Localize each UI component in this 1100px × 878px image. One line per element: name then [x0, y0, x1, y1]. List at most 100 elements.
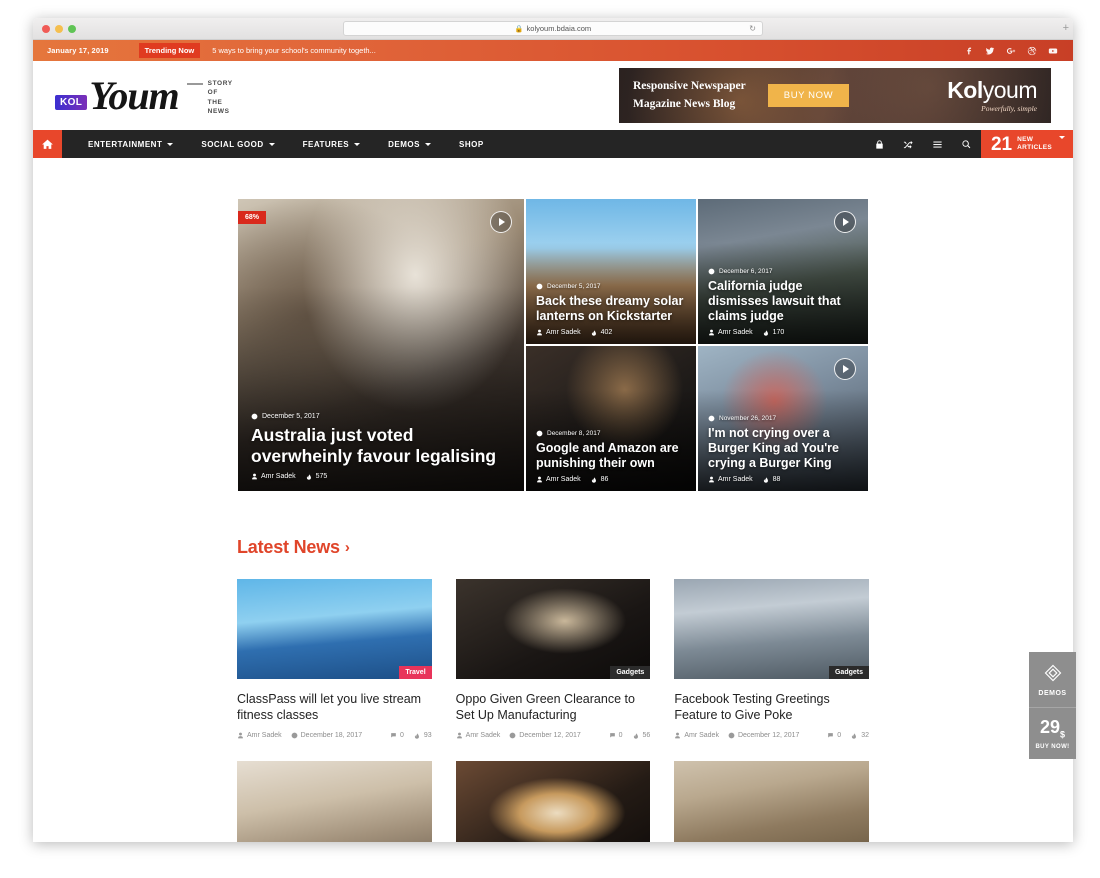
card-meta: December 5, 2017 Back these dreamy solar… [536, 283, 686, 336]
nav-item-social-good[interactable]: SOCIAL GOOD [187, 130, 288, 158]
search-icon[interactable] [952, 139, 981, 150]
article-date: November 26, 2017 [708, 415, 858, 422]
window-controls[interactable] [42, 24, 76, 33]
chevron-right-icon: › [344, 539, 350, 556]
menu-icon[interactable] [923, 139, 952, 150]
reload-icon[interactable]: ↻ [749, 24, 756, 33]
lock-icon: 🔒 [514, 25, 524, 33]
news-thumbnail: Travel [237, 579, 432, 679]
url-text: kolyoum.bdaia.com [526, 24, 592, 33]
home-icon[interactable] [33, 130, 62, 158]
news-card-1[interactable]: Travel ClassPass will let you live strea… [237, 579, 432, 739]
logo-badge: KOL [55, 95, 88, 110]
news-title: Facebook Testing Greetings Feature to Gi… [674, 692, 830, 722]
article-title: California judge dismisses lawsuit that … [708, 279, 841, 323]
news-title: Oppo Given Green Clearance to Set Up Man… [455, 692, 635, 722]
views-count: 575 [315, 473, 328, 480]
latest-news-header[interactable]: Latest News › [237, 537, 869, 558]
ticker-date: January 17, 2019 [47, 46, 109, 55]
news-meta: Amr Sadek December 12, 2017 0 [456, 732, 651, 739]
logo-wordmark: Youm [89, 72, 179, 118]
demos-button[interactable]: DEMOS [1029, 652, 1076, 707]
news-card-3[interactable]: Gadgets Facebook Testing Greetings Featu… [674, 579, 869, 739]
category-badge[interactable]: Gadgets [828, 666, 869, 679]
nav-right-tools: 21 NEW ARTICLES [865, 130, 1073, 158]
address-bar[interactable]: 🔒 kolyoum.bdaia.com ↻ [343, 21, 763, 36]
browser-chrome-bar: 🔒 kolyoum.bdaia.com ↻ + [33, 18, 1073, 40]
price-amount: 29 [1039, 717, 1060, 737]
featured-article-card[interactable]: 68% December 5, 2017 Australia just vote… [238, 199, 524, 491]
news-card-6[interactable] [674, 761, 869, 842]
new-tab-button[interactable]: + [1063, 22, 1069, 34]
nav-item-entertainment[interactable]: ENTERTAINMENT [74, 130, 187, 158]
featured-card-5[interactable]: November 26, 2017 I'm not crying over a … [698, 346, 868, 491]
browser-window: 🔒 kolyoum.bdaia.com ↻ + January 17, 2019… [33, 18, 1073, 842]
featured-card-2[interactable]: December 5, 2017 Back these dreamy solar… [526, 199, 696, 344]
ad-buy-now-button[interactable]: BUY NOW [767, 84, 850, 107]
views-count: 93 [423, 732, 432, 739]
youtube-icon[interactable] [1048, 46, 1058, 56]
nav-item-demos[interactable]: DEMOS [374, 130, 445, 158]
header-ad-banner[interactable]: Responsive Newspaper Magazine News Blog … [619, 68, 1051, 123]
chevron-down-icon [167, 142, 174, 146]
dribbble-icon[interactable] [1027, 46, 1037, 56]
nav-item-features[interactable]: FEATURES [289, 130, 375, 158]
article-views: 86 [591, 476, 609, 483]
news-comments: 0 [390, 732, 404, 739]
article-footer: Amr Sadek 170 [708, 329, 858, 336]
news-views: 32 [851, 732, 869, 739]
article-title: I'm not crying over a Burger King ad You… [708, 426, 839, 470]
author-name: Amr Sadek [546, 476, 581, 483]
article-footer: Amr Sadek 86 [536, 476, 686, 483]
article-views: 402 [591, 329, 613, 336]
featured-card-3[interactable]: December 6, 2017 California judge dismis… [698, 199, 868, 344]
date-text: December 12, 2017 [519, 732, 581, 739]
category-badge[interactable]: Gadgets [610, 666, 651, 679]
maximize-window-button[interactable] [68, 24, 76, 33]
news-card-2[interactable]: Gadgets Oppo Given Green Clearance to Se… [455, 579, 651, 739]
trending-now-label: Trending Now [138, 43, 201, 58]
ad-brand: Kolyoum Powerfully, simple [947, 78, 1037, 113]
news-card-5[interactable] [455, 761, 651, 842]
shuffle-icon[interactable] [894, 139, 923, 150]
google-plus-icon[interactable] [1006, 46, 1016, 56]
minimize-window-button[interactable] [55, 24, 63, 33]
article-footer: Amr Sadek 88 [708, 476, 858, 483]
twitter-icon[interactable] [985, 46, 995, 56]
author-name: Amr Sadek [247, 732, 282, 739]
new-articles-badge[interactable]: 21 NEW ARTICLES [980, 130, 1073, 158]
facebook-icon[interactable] [964, 46, 974, 56]
comments-count: 0 [618, 732, 623, 739]
ad-brand-sub: Powerfully, simple [981, 103, 1037, 113]
close-window-button[interactable] [42, 24, 50, 33]
news-comments: 0 [827, 732, 841, 739]
article-date: December 8, 2017 [536, 430, 686, 437]
ad-headline-line-2: Magazine News Blog [633, 97, 736, 110]
buy-now-label: BUY NOW! [1035, 743, 1070, 750]
author-name: Amr Sadek [465, 732, 501, 739]
hero-section: 68% December 5, 2017 Australia just vote… [33, 158, 1073, 491]
news-meta: Amr Sadek December 12, 2017 0 [674, 732, 869, 739]
nav-item-shop[interactable]: SHOP [445, 130, 498, 158]
news-card-4[interactable] [237, 761, 432, 842]
views-count: 402 [600, 329, 613, 336]
buy-now-button[interactable]: 29$ BUY NOW! [1029, 707, 1076, 759]
lock-icon[interactable] [865, 139, 894, 150]
article-date: December 5, 2017 [251, 413, 511, 420]
views-count: 86 [600, 476, 609, 483]
views-count: 56 [642, 732, 651, 739]
card-meta: November 26, 2017 I'm not crying over a … [708, 415, 858, 483]
new-articles-line-1: NEW [1017, 135, 1034, 143]
ticker-headline[interactable]: 5 ways to bring your school's community … [212, 46, 376, 55]
views-count: 88 [772, 476, 781, 483]
category-badge[interactable]: Travel [399, 666, 432, 679]
author-name: Amr Sadek [718, 476, 753, 483]
article-footer: Amr Sadek 575 [251, 473, 511, 480]
article-author: Amr Sadek [536, 476, 581, 483]
nav-label: SHOP [458, 139, 484, 149]
tagline-line-1: STORY [207, 79, 233, 87]
featured-card-4[interactable]: December 8, 2017 Google and Amazon are p… [526, 346, 696, 491]
site-logo[interactable]: KOL Youm STORY OF THE NEWS [55, 72, 233, 118]
date-text: December 5, 2017 [547, 283, 601, 290]
news-views: 93 [414, 732, 432, 739]
